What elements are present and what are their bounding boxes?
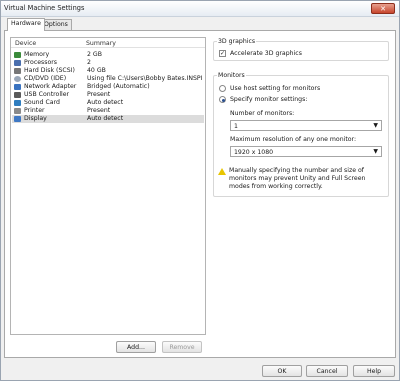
device-row-processors[interactable]: Processors 2	[12, 59, 204, 67]
max-resolution-label: Maximum resolution of any one monitor:	[230, 136, 357, 143]
device-row-memory[interactable]: Memory 2 GB	[12, 51, 204, 59]
device-name: Hard Disk (SCSI)	[24, 67, 75, 74]
network-adapter-icon	[14, 84, 21, 90]
close-icon: ✕	[380, 5, 386, 13]
device-list: Device Summary Memory 2 GB Processors 2 …	[10, 37, 206, 335]
sound-card-icon	[14, 100, 21, 106]
max-resolution-select[interactable]: 1920 x 1080 ▼	[230, 146, 382, 157]
device-row-network-adapter[interactable]: Network Adapter Bridged (Automatic)	[12, 83, 204, 91]
tab-options-label: Options	[44, 21, 68, 28]
device-summary: Using file C:\Users\Bobby Bates.INSPI...	[87, 75, 203, 82]
cd-dvd-icon	[14, 76, 21, 82]
tab-hardware-label: Hardware	[11, 20, 41, 27]
window-title: Virtual Machine Settings	[4, 4, 85, 12]
use-host-monitors-label[interactable]: Use host setting for monitors	[230, 85, 320, 92]
device-list-header: Device Summary	[11, 38, 205, 48]
number-of-monitors-select[interactable]: 1 ▼	[230, 120, 382, 131]
device-name: Network Adapter	[24, 83, 77, 90]
max-resolution-value: 1920 x 1080	[234, 149, 274, 156]
device-name: Sound Card	[24, 99, 60, 106]
specify-monitors-label[interactable]: Specify monitor settings:	[230, 96, 307, 103]
tab-hardware[interactable]: Hardware	[7, 18, 45, 31]
printer-icon	[14, 108, 21, 114]
accelerate-3d-checkbox[interactable]: ✓	[219, 50, 226, 57]
number-of-monitors-label: Number of monitors:	[230, 110, 295, 117]
monitors-group-title: Monitors	[217, 72, 246, 79]
usb-controller-icon	[14, 92, 21, 98]
add-device-button[interactable]: Add...	[116, 341, 156, 353]
device-name: Display	[24, 115, 47, 122]
chevron-down-icon: ▼	[373, 122, 378, 129]
3d-graphics-group: 3D graphics ✓ Accelerate 3D graphics	[213, 38, 389, 61]
device-name: CD/DVD (IDE)	[24, 75, 67, 82]
device-summary: Bridged (Automatic)	[87, 83, 150, 90]
processor-icon	[14, 60, 21, 66]
title-bar[interactable]: Virtual Machine Settings ✕	[1, 1, 399, 17]
monitor-warning-text: Manually specifying the number and size …	[229, 167, 366, 190]
cancel-button-label: Cancel	[316, 368, 338, 375]
accelerate-3d-label[interactable]: Accelerate 3D graphics	[230, 50, 302, 57]
remove-device-button[interactable]: Remove	[162, 341, 202, 353]
device-row-cd-dvd[interactable]: CD/DVD (IDE) Using file C:\Users\Bobby B…	[12, 75, 204, 83]
device-row-usb-controller[interactable]: USB Controller Present	[12, 91, 204, 99]
virtual-machine-settings-window: Virtual Machine Settings ✕ Hardware Opti…	[0, 0, 400, 381]
device-summary: Present	[87, 107, 111, 114]
memory-icon	[14, 52, 21, 58]
device-summary: Auto detect	[87, 115, 124, 122]
device-name: USB Controller	[24, 91, 70, 98]
help-button[interactable]: Help	[353, 365, 395, 377]
device-name: Processors	[24, 59, 58, 66]
device-name: Printer	[24, 107, 45, 114]
help-button-label: Help	[366, 368, 382, 375]
column-header-summary[interactable]: Summary	[86, 40, 116, 47]
monitors-group: Monitors Use host setting for monitors S…	[213, 72, 389, 197]
device-name: Memory	[24, 51, 50, 58]
display-icon	[14, 116, 21, 122]
column-header-device[interactable]: Device	[15, 40, 36, 47]
device-summary: Present	[87, 91, 111, 98]
device-summary: Auto detect	[87, 99, 124, 106]
device-row-printer[interactable]: Printer Present	[12, 107, 204, 115]
hard-disk-icon	[14, 68, 21, 74]
ok-button[interactable]: OK	[262, 365, 302, 377]
specify-monitors-radio[interactable]	[219, 96, 226, 103]
device-row-sound-card[interactable]: Sound Card Auto detect	[12, 99, 204, 107]
add-device-button-label: Add...	[127, 344, 145, 351]
checkmark-icon: ✓	[220, 50, 226, 57]
device-row-display[interactable]: Display Auto detect	[12, 115, 204, 123]
3d-graphics-group-title: 3D graphics	[217, 38, 257, 45]
device-summary: 2 GB	[87, 51, 102, 58]
device-summary: 40 GB	[87, 67, 106, 74]
cancel-button[interactable]: Cancel	[306, 365, 348, 377]
remove-device-button-label: Remove	[169, 344, 195, 351]
device-row-hard-disk[interactable]: Hard Disk (SCSI) 40 GB	[12, 67, 204, 75]
number-of-monitors-value: 1	[234, 123, 238, 130]
use-host-monitors-radio[interactable]	[219, 85, 226, 92]
close-button[interactable]: ✕	[371, 3, 395, 14]
warning-icon	[218, 168, 226, 175]
ok-button-label: OK	[277, 368, 287, 375]
chevron-down-icon: ▼	[373, 148, 378, 155]
device-summary: 2	[87, 59, 91, 66]
